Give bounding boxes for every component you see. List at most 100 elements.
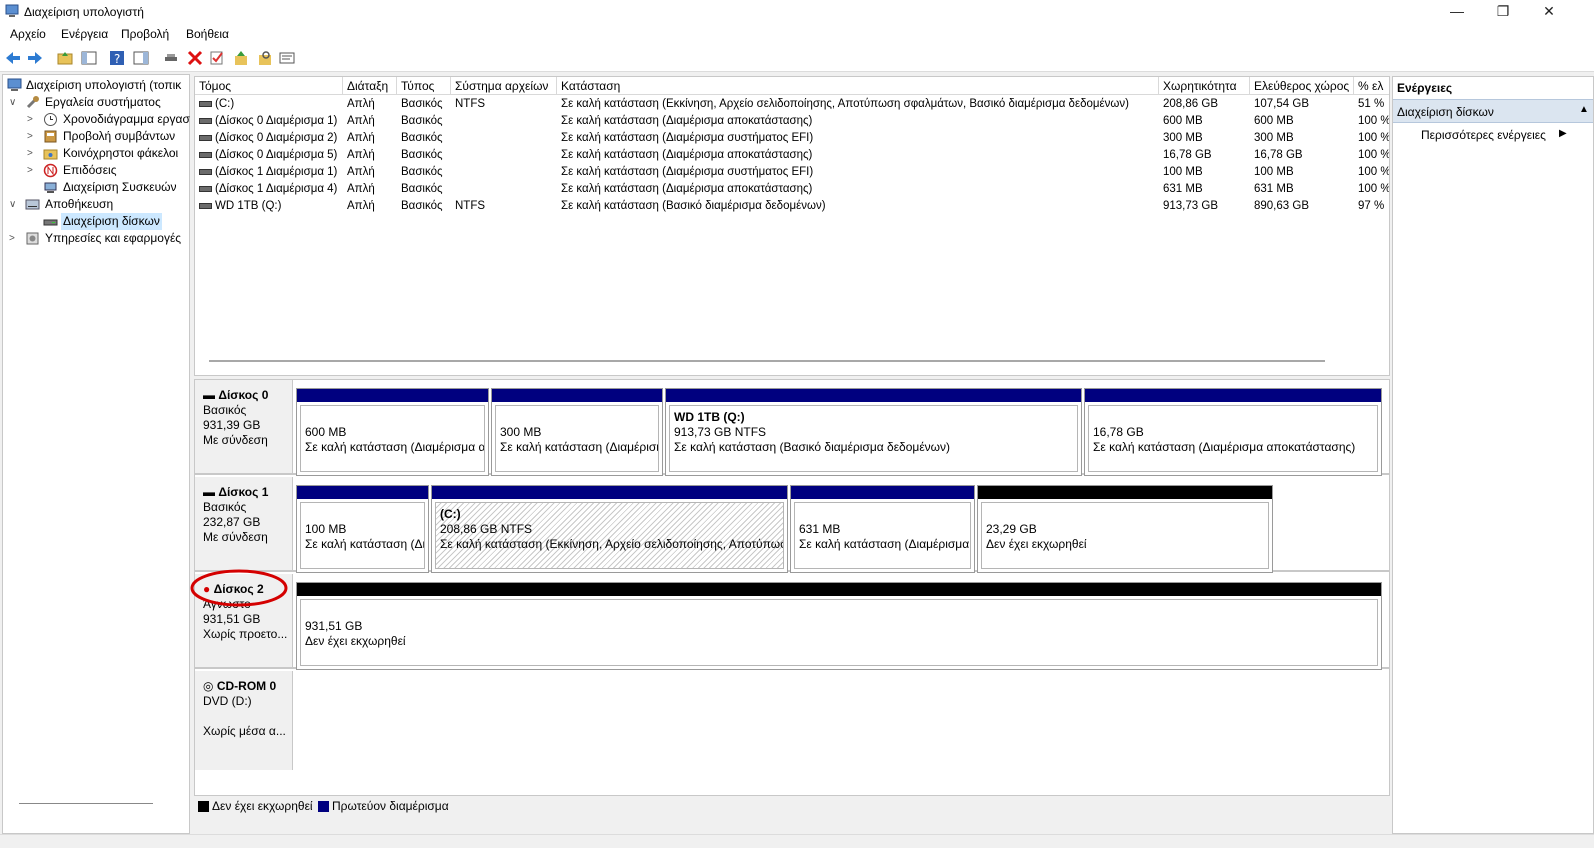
show-hide-action-pane-icon[interactable] — [132, 49, 150, 67]
help-icon[interactable]: ? — [108, 49, 126, 67]
chevron-down-icon[interactable]: ∨ — [9, 94, 21, 111]
storage-icon — [25, 199, 40, 210]
partition[interactable]: 300 MB Σε καλή κατάσταση (Διαμέρισι — [491, 388, 663, 476]
chevron-down-icon[interactable]: ∨ — [9, 196, 21, 213]
properties-icon[interactable] — [278, 49, 296, 67]
close-button[interactable]: ✕ — [1526, 0, 1572, 24]
computer-management-icon — [7, 78, 22, 91]
column-header-volume[interactable]: Τόμος — [195, 77, 343, 95]
cell-text: WD 1TB (Q:) — [215, 200, 282, 212]
tree-item-task-scheduler[interactable]: > Χρονοδιάγραμμα εργασ — [27, 111, 190, 128]
column-header-type[interactable]: Τύπος — [397, 77, 451, 95]
menu-file[interactable]: Αρχείο — [10, 27, 46, 41]
partition[interactable]: 600 MB Σε καλή κατάσταση (Διαμέρισμα α — [296, 388, 489, 476]
folder-up-icon[interactable] — [56, 49, 74, 67]
search-icon[interactable] — [256, 49, 274, 67]
check-disk-icon[interactable] — [208, 49, 226, 67]
cell-free-space: 300 MB — [1250, 130, 1354, 147]
minimize-button[interactable]: — — [1434, 0, 1480, 24]
partition-title — [305, 410, 484, 425]
unallocated-space[interactable]: 23,29 GB Δεν έχει εκχωρηθεί — [977, 485, 1273, 573]
cell-layout: Απλή — [343, 96, 397, 113]
table-row[interactable]: (Δίσκος 0 Διαμέρισμα 1) Απλή Βασικός Σε καλ… — [195, 113, 1389, 130]
partition-type-band — [297, 583, 1381, 596]
show-hide-tree-icon[interactable] — [80, 49, 98, 67]
partition[interactable]: 100 MB Σε καλή κατάσταση (Δι — [296, 485, 429, 573]
legend-label: Πρωτεύον διαμέρισμα — [332, 799, 449, 813]
actions-section-disk-management[interactable]: Διαχείριση δίσκων ▲ — [1393, 99, 1593, 123]
horizontal-scrollbar[interactable] — [209, 360, 1325, 362]
cell-text: Βασικός — [401, 132, 443, 144]
tree-item-services-applications[interactable]: > Υπηρεσίες και εφαρμογές — [9, 230, 189, 247]
partition-c-drive[interactable]: (C:) 208,86 GB NTFS Σε καλή κατάσταση (Ε… — [431, 485, 788, 573]
tree-item-computer-management[interactable]: Διαχείριση υπολογιστή (τοπικ — [5, 77, 189, 94]
menu-action[interactable]: Ενέργεια — [61, 27, 108, 41]
connect-icon[interactable] — [162, 49, 180, 67]
column-header-layout[interactable]: Διάταξη — [343, 77, 397, 95]
partition[interactable]: 631 MB Σε καλή κατάσταση (Διαμέρισμα — [790, 485, 975, 573]
cell-capacity: 208,86 GB — [1159, 96, 1250, 113]
cell-text: Βασικός — [401, 115, 443, 127]
tree-item-performance[interactable]: > Επιδόσεις — [27, 162, 189, 179]
table-row[interactable]: (C:) Απλή Βασικός NTFS Σε καλή κατάσταση (Εκ… — [195, 96, 1389, 113]
tools-icon — [26, 96, 39, 109]
partition[interactable]: WD 1TB (Q:) 913,73 GB NTFS Σε καλή κατάσ… — [665, 388, 1082, 476]
tree-item-label: Διαχείριση υπολογιστή (τοπικ — [26, 78, 182, 92]
chevron-right-icon[interactable]: > — [27, 128, 39, 145]
maximize-button[interactable]: ❐ — [1480, 0, 1526, 24]
cell-type: Βασικός — [397, 181, 451, 198]
cell-text: 600 MB — [1254, 115, 1294, 127]
column-header-filesystem[interactable]: Σύστημα αρχείων — [451, 77, 557, 95]
chevron-right-icon[interactable]: > — [27, 111, 39, 128]
menu-view[interactable]: Προβολή — [121, 27, 169, 41]
import-icon[interactable] — [232, 49, 250, 67]
delete-icon[interactable] — [186, 49, 204, 67]
table-row[interactable]: WD 1TB (Q:) Απλή Βασικός NTFS Σε καλή κατάστ… — [195, 198, 1389, 215]
cell-type: Βασικός — [397, 164, 451, 181]
cell-text: Απλή — [347, 166, 375, 178]
more-actions-item[interactable]: Περισσότερες ενέργειες ▶ — [1421, 128, 1593, 146]
cell-text: 100 % — [1358, 183, 1390, 195]
cell-text: 913,73 GB — [1163, 200, 1218, 212]
disk-type: DVD (D:) — [203, 694, 252, 708]
cell-filesystem — [451, 164, 557, 181]
disk-row: ● Δίσκος 2 Άγνωστο 931,51 GB Χωρίς προετ… — [190, 569, 1389, 670]
table-row[interactable]: (Δίσκος 1 Διαμέρισμα 1) Απλή Βασικός Σε καλ… — [195, 164, 1389, 181]
disk-info[interactable]: ▬ Δίσκος 1 Βασικός 232,87 GB Με σύνδεση — [195, 477, 293, 570]
tree-item-system-tools[interactable]: ∨ Εργαλεία συστήματος — [9, 94, 189, 111]
column-header-percent-free[interactable]: % ελ — [1354, 77, 1389, 95]
chevron-right-icon[interactable]: > — [27, 145, 39, 162]
cell-text: Σε καλή κατάσταση (Διαμέρισμα αποκατάστα… — [561, 149, 813, 161]
column-header-status[interactable]: Κατάσταση — [557, 77, 1159, 95]
forward-arrow-icon[interactable] — [26, 49, 44, 67]
tree-item-event-viewer[interactable]: > Προβολή συμβάντων — [27, 128, 189, 145]
column-header-free-space[interactable]: Ελεύθερος χώρος — [1250, 77, 1354, 95]
tree-item-storage[interactable]: ∨ Αποθήκευση — [9, 196, 189, 213]
table-row[interactable]: (Δίσκος 1 Διαμέρισμα 4) Απλή Βασικός Σε καλ… — [195, 181, 1390, 198]
tree-item-device-manager[interactable]: Διαχείριση Συσκευών — [27, 179, 189, 196]
cell-text: Βασικός — [401, 166, 443, 178]
cell-capacity: 100 MB — [1159, 164, 1250, 181]
disk-status: Χωρίς προετο... — [203, 627, 288, 641]
partition[interactable]: 16,78 GB Σε καλή κατάσταση (Διαμέρισμα α… — [1084, 388, 1382, 476]
cell-percent-free: 97 % — [1354, 198, 1389, 215]
partition-status: Σε καλή κατάσταση (Βασικό διαμέρισμα δεδ… — [674, 440, 951, 454]
disk-name: Δίσκος 0 — [218, 388, 269, 402]
disk-info[interactable]: ▬ Δίσκος 0 Βασικός 931,39 GB Με σύνδεση — [195, 380, 293, 473]
chevron-right-icon[interactable]: > — [9, 230, 21, 247]
cell-text: Σε καλή κατάσταση (Διαμέρισμα συστήματος… — [561, 166, 814, 178]
table-row[interactable]: (Δίσκος 0 Διαμέρισμα 5) Απλή Βασικός Σε καλ… — [195, 147, 1389, 164]
disk-info[interactable]: ◎ CD-ROM 0 DVD (D:) Χωρίς μέσα α... — [195, 671, 293, 770]
collapse-up-icon[interactable]: ▲ — [1579, 104, 1589, 115]
unallocated-space[interactable]: 931,51 GB Δεν έχει εκχωρηθεί — [296, 582, 1382, 670]
column-header-capacity[interactable]: Χωρητικότητα — [1159, 77, 1250, 95]
tree-item-shared-folders[interactable]: > Κοινόχρηστοι φάκελοι — [27, 145, 189, 162]
cell-volume-name: (Δίσκος 1 Διαμέρισμα 1) — [195, 164, 343, 181]
back-arrow-icon[interactable] — [4, 49, 22, 67]
partition-size: 600 MB — [305, 425, 347, 439]
table-row[interactable]: (Δίσκος 0 Διαμέρισμα 2) Απλή Βασικός Σε καλ… — [195, 130, 1389, 147]
chevron-right-icon[interactable]: > — [27, 162, 39, 179]
menu-help[interactable]: Βοήθεια — [186, 27, 229, 41]
tree-item-disk-management[interactable]: Διαχείριση δίσκων — [27, 213, 189, 230]
tree-scrollbar[interactable] — [19, 803, 153, 804]
